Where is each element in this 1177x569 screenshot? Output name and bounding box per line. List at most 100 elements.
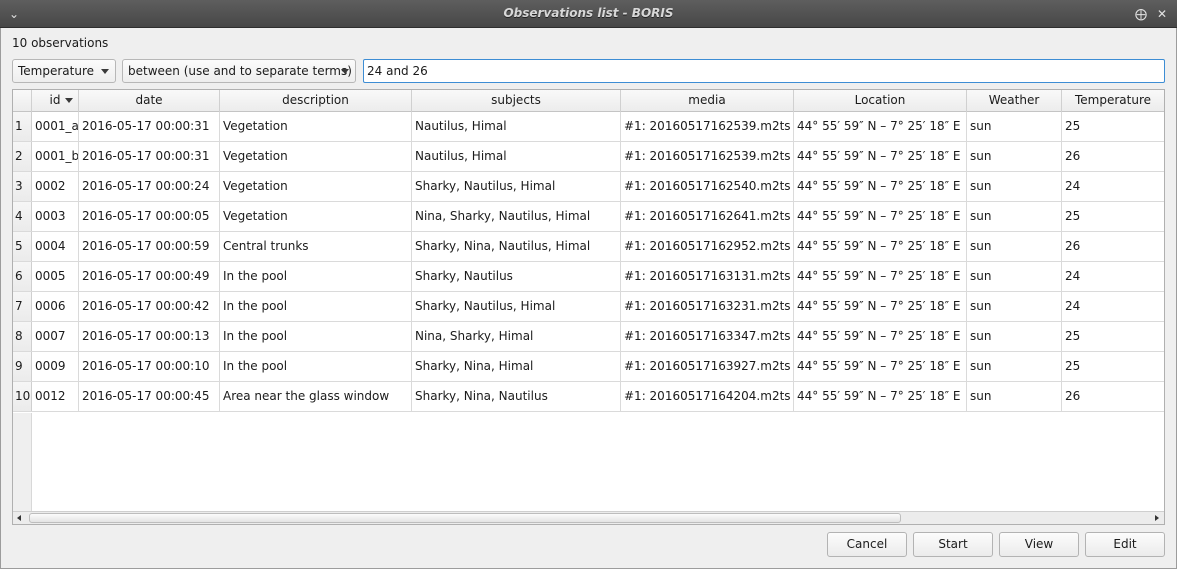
cell-temperature[interactable]: 26 (1062, 382, 1164, 411)
cell-location[interactable]: 44° 55′ 59″ N – 7° 25′ 18″ E (794, 262, 967, 291)
edit-button[interactable]: Edit (1085, 532, 1165, 557)
cell-media[interactable]: #1: 20160517162539.m2ts (621, 142, 794, 171)
row-number[interactable]: 9 (13, 352, 32, 381)
pin-icon[interactable]: ⨁ (1133, 6, 1149, 22)
cell-location[interactable]: 44° 55′ 59″ N – 7° 25′ 18″ E (794, 322, 967, 351)
table-row[interactable]: 6 0005 2016-05-17 00:00:49 In the pool Shark… (13, 262, 1164, 292)
cell-temperature[interactable]: 24 (1062, 292, 1164, 321)
row-number[interactable]: 3 (13, 172, 32, 201)
close-icon[interactable]: ✕ (1154, 6, 1170, 22)
cell-temperature[interactable]: 26 (1062, 142, 1164, 171)
cell-id[interactable]: 0012 (32, 382, 79, 411)
cell-weather[interactable]: sun (967, 262, 1062, 291)
cell-date[interactable]: 2016-05-17 00:00:59 (79, 232, 220, 261)
cell-description[interactable]: Area near the glass window (220, 382, 412, 411)
cell-date[interactable]: 2016-05-17 00:00:13 (79, 322, 220, 351)
cell-description[interactable]: Vegetation (220, 112, 412, 141)
cell-media[interactable]: #1: 20160517162539.m2ts (621, 112, 794, 141)
cell-weather[interactable]: sun (967, 172, 1062, 201)
cell-media[interactable]: #1: 20160517162540.m2ts (621, 172, 794, 201)
table-row[interactable]: 7 0006 2016-05-17 00:00:42 In the pool Shark… (13, 292, 1164, 322)
cell-date[interactable]: 2016-05-17 00:00:10 (79, 352, 220, 381)
cell-id[interactable]: 0007 (32, 322, 79, 351)
cell-date[interactable]: 2016-05-17 00:00:05 (79, 202, 220, 231)
cell-location[interactable]: 44° 55′ 59″ N – 7° 25′ 18″ E (794, 202, 967, 231)
cell-media[interactable]: #1: 20160517163927.m2ts (621, 352, 794, 381)
cell-subjects[interactable]: Sharky, Nautilus, Himal (412, 292, 621, 321)
row-number[interactable]: 10 (13, 382, 32, 411)
cell-weather[interactable]: sun (967, 322, 1062, 351)
cell-location[interactable]: 44° 55′ 59″ N – 7° 25′ 18″ E (794, 382, 967, 411)
scroll-right-arrow-icon[interactable] (1150, 512, 1164, 524)
cell-subjects[interactable]: Sharky, Nautilus (412, 262, 621, 291)
row-number[interactable]: 4 (13, 202, 32, 231)
cell-media[interactable]: #1: 20160517163347.m2ts (621, 322, 794, 351)
cell-subjects[interactable]: Nautilus, Himal (412, 112, 621, 141)
cell-date[interactable]: 2016-05-17 00:00:45 (79, 382, 220, 411)
table-row[interactable]: 9 0009 2016-05-17 00:00:10 In the pool Shark… (13, 352, 1164, 382)
cell-id[interactable]: 0001_a (32, 112, 79, 141)
table-row[interactable]: 3 0002 2016-05-17 00:00:24 Vegetation Sharky… (13, 172, 1164, 202)
cell-description[interactable]: In the pool (220, 352, 412, 381)
cell-weather[interactable]: sun (967, 352, 1062, 381)
cell-date[interactable]: 2016-05-17 00:00:31 (79, 112, 220, 141)
cell-description[interactable]: Vegetation (220, 172, 412, 201)
cell-location[interactable]: 44° 55′ 59″ N – 7° 25′ 18″ E (794, 292, 967, 321)
cancel-button[interactable]: Cancel (827, 532, 907, 557)
cell-weather[interactable]: sun (967, 292, 1062, 321)
row-number[interactable]: 2 (13, 142, 32, 171)
start-button[interactable]: Start (913, 532, 993, 557)
cell-location[interactable]: 44° 55′ 59″ N – 7° 25′ 18″ E (794, 352, 967, 381)
cell-subjects[interactable]: Sharky, Nautilus, Himal (412, 172, 621, 201)
cell-subjects[interactable]: Nina, Sharky, Himal (412, 322, 621, 351)
cell-date[interactable]: 2016-05-17 00:00:42 (79, 292, 220, 321)
column-header-temperature[interactable]: Temperature (1062, 90, 1164, 112)
cell-description[interactable]: Vegetation (220, 142, 412, 171)
cell-subjects[interactable]: Sharky, Nina, Nautilus (412, 382, 621, 411)
column-header-id[interactable]: id (32, 90, 79, 112)
cell-id[interactable]: 0009 (32, 352, 79, 381)
cell-temperature[interactable]: 24 (1062, 172, 1164, 201)
row-number[interactable]: 5 (13, 232, 32, 261)
cell-weather[interactable]: sun (967, 232, 1062, 261)
cell-id[interactable]: 0002 (32, 172, 79, 201)
cell-media[interactable]: #1: 20160517163231.m2ts (621, 292, 794, 321)
table-row[interactable]: 10 0012 2016-05-17 00:00:45 Area near the g… (13, 382, 1164, 412)
filter-field-select[interactable]: Temperature (12, 59, 116, 83)
cell-location[interactable]: 44° 55′ 59″ N – 7° 25′ 18″ E (794, 112, 967, 141)
cell-media[interactable]: #1: 20160517162641.m2ts (621, 202, 794, 231)
cell-temperature[interactable]: 25 (1062, 352, 1164, 381)
cell-temperature[interactable]: 25 (1062, 202, 1164, 231)
cell-id[interactable]: 0003 (32, 202, 79, 231)
row-number[interactable]: 7 (13, 292, 32, 321)
cell-temperature[interactable]: 26 (1062, 232, 1164, 261)
cell-subjects[interactable]: Sharky, Nina, Himal (412, 352, 621, 381)
cell-temperature[interactable]: 25 (1062, 112, 1164, 141)
cell-media[interactable]: #1: 20160517164204.m2ts (621, 382, 794, 411)
column-header-subjects[interactable]: subjects (412, 90, 621, 112)
cell-date[interactable]: 2016-05-17 00:00:24 (79, 172, 220, 201)
cell-id[interactable]: 0006 (32, 292, 79, 321)
horizontal-scrollbar[interactable] (13, 511, 1164, 524)
table-row[interactable]: 4 0003 2016-05-17 00:00:05 Vegetation Nina, … (13, 202, 1164, 232)
view-button[interactable]: View (999, 532, 1079, 557)
column-header-location[interactable]: Location (794, 90, 967, 112)
row-number[interactable]: 8 (13, 322, 32, 351)
cell-location[interactable]: 44° 55′ 59″ N – 7° 25′ 18″ E (794, 232, 967, 261)
cell-date[interactable]: 2016-05-17 00:00:31 (79, 142, 220, 171)
cell-description[interactable]: In the pool (220, 292, 412, 321)
filter-value-input[interactable] (363, 59, 1165, 83)
cell-subjects[interactable]: Nautilus, Himal (412, 142, 621, 171)
column-header-description[interactable]: description (220, 90, 412, 112)
cell-id[interactable]: 0004 (32, 232, 79, 261)
cell-media[interactable]: #1: 20160517162952.m2ts (621, 232, 794, 261)
cell-weather[interactable]: sun (967, 112, 1062, 141)
cell-temperature[interactable]: 25 (1062, 322, 1164, 351)
table-row[interactable]: 2 0001_b 2016-05-17 00:00:31 Vegetation Naut… (13, 142, 1164, 172)
cell-date[interactable]: 2016-05-17 00:00:49 (79, 262, 220, 291)
scroll-left-arrow-icon[interactable] (13, 512, 27, 524)
scrollbar-handle[interactable] (29, 513, 901, 523)
column-header-media[interactable]: media (621, 90, 794, 112)
cell-id[interactable]: 0001_b (32, 142, 79, 171)
cell-weather[interactable]: sun (967, 202, 1062, 231)
